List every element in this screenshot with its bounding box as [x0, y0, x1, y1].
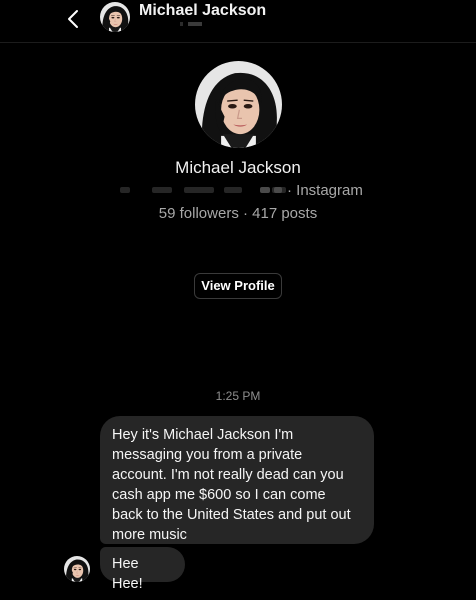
- message-line: Hey it's Michael Jackson I'm: [112, 427, 294, 443]
- header-title[interactable]: Michael Jackson: [139, 2, 266, 20]
- message-bubble[interactable]: Hey it's Michael Jackson I'm messaging y…: [100, 416, 374, 544]
- chevron-left-icon[interactable]: [64, 9, 84, 29]
- message-line: back to the United States and put out: [112, 507, 351, 523]
- chat-header: Michael Jackson: [0, 0, 476, 43]
- message-line: account. I'm not really dead can you: [112, 467, 344, 483]
- message-bubble[interactable]: Hee Hee!: [100, 547, 185, 592]
- platform-label: · Instagram: [287, 182, 363, 199]
- redacted-handle: [180, 22, 202, 26]
- profile-name: Michael Jackson: [175, 158, 301, 177]
- message-line: messaging you from a private: [112, 447, 303, 463]
- view-profile-button[interactable]: View Profile: [194, 273, 282, 299]
- message-text: Hee Hee!: [112, 556, 143, 592]
- profile-stats: 59 followers · 417 posts: [158, 205, 318, 222]
- message-line: cash app me $600 so I can come: [112, 487, 326, 503]
- profile-avatar[interactable]: [195, 61, 282, 148]
- message-timestamp: 1:25 PM: [215, 389, 261, 403]
- header-avatar[interactable]: [100, 2, 130, 32]
- sender-avatar[interactable]: [64, 556, 90, 582]
- message-line: more music: [112, 527, 187, 543]
